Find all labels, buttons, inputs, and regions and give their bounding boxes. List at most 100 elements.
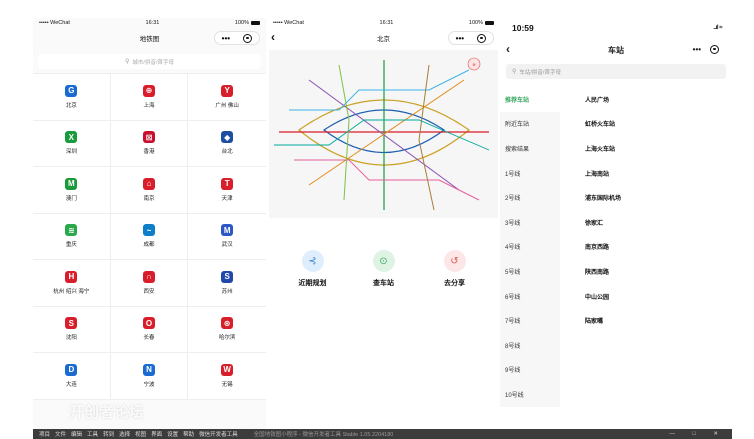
action-find-station-button[interactable]: ⊙ 查车站: [354, 250, 414, 288]
close-target-icon[interactable]: [710, 44, 720, 54]
city-search-input[interactable]: ⚲ 城市/拼音/首字母: [38, 54, 261, 69]
close-target-icon[interactable]: [243, 33, 253, 43]
metro-logo-icon: W: [221, 363, 234, 376]
city-cell[interactable]: X 深圳: [33, 120, 111, 167]
city-cell[interactable]: ⊕ 上海: [110, 74, 189, 121]
city-name: 西安: [143, 288, 155, 295]
back-chevron-icon[interactable]: ‹: [506, 42, 510, 56]
menu-item[interactable]: 微信开发者工具: [199, 432, 238, 438]
station-item[interactable]: 上海南站: [560, 161, 732, 186]
menu-item[interactable]: 视图: [135, 432, 146, 438]
city-name: 香港: [143, 149, 155, 156]
station-item[interactable]: 徐家汇: [560, 210, 732, 235]
line-tab[interactable]: 5号线: [500, 259, 560, 284]
city-cell[interactable]: ⊠ 香港: [110, 120, 189, 167]
line-tab[interactable]: 9号线: [500, 358, 560, 383]
mini-program-capsule[interactable]: •••: [214, 31, 260, 45]
station-item[interactable]: 中山公园: [560, 284, 732, 309]
city-cell[interactable]: S 沈阳: [33, 306, 111, 353]
city-cell[interactable]: T 天津: [188, 167, 266, 214]
city-cell[interactable]: H 杭州 绍兴 海宁: [33, 260, 111, 307]
metro-logo-icon: X: [65, 131, 78, 144]
city-cell[interactable]: Y 广州 佛山: [188, 74, 266, 121]
battery-icon: [251, 20, 260, 25]
city-cell[interactable]: D 大连: [33, 353, 111, 400]
line-tab[interactable]: 7号线: [500, 308, 560, 333]
line-tab[interactable]: 搜索结果: [500, 136, 560, 161]
city-name: 南京: [143, 195, 155, 202]
city-cell[interactable]: ∩ 西安: [110, 260, 189, 307]
metro-logo-icon: H: [65, 270, 78, 283]
city-cell[interactable]: ~ 成都: [110, 213, 189, 260]
carrier-label: ••••• WeChat: [273, 20, 304, 26]
station-item[interactable]: 南京西路: [560, 235, 732, 260]
city-cell[interactable]: ⊛ 哈尔滨: [188, 307, 266, 353]
metro-logo-icon: G: [65, 84, 78, 97]
menu-item[interactable]: 文件: [55, 432, 66, 438]
more-icon[interactable]: •••: [456, 34, 464, 43]
metro-map-image[interactable]: ≋: [269, 50, 498, 218]
station-item[interactable]: 人民广场: [560, 87, 732, 112]
city-cell[interactable]: ≋ 重庆: [33, 213, 111, 260]
more-icon[interactable]: •••: [693, 45, 701, 54]
battery-indicator: 100%: [235, 20, 260, 26]
city-cell[interactable]: N 宁波: [110, 353, 189, 400]
menu-item[interactable]: 选择: [119, 432, 130, 438]
city-cell[interactable]: ⌂ 南京: [110, 167, 189, 214]
station-item[interactable]: 陆家嘴: [560, 308, 732, 333]
station-item[interactable]: 陕西南路: [560, 259, 732, 284]
city-cell[interactable]: M 澳门: [33, 167, 111, 214]
menu-item[interactable]: 编辑: [71, 432, 82, 438]
line-tab[interactable]: 3号线: [500, 210, 560, 235]
line-tab[interactable]: 推荐车站: [500, 87, 560, 112]
line-tab[interactable]: 2号线: [500, 185, 560, 210]
metro-logo-icon: N: [142, 363, 155, 376]
menu-item[interactable]: 设置: [167, 432, 178, 438]
search-placeholder: 车站/拼音/首字母: [519, 69, 561, 76]
status-time: 10:59: [512, 23, 534, 33]
mini-program-capsule[interactable]: •••: [688, 42, 724, 56]
metro-logo-icon: S: [65, 317, 78, 330]
menu-item[interactable]: 转到: [103, 432, 114, 438]
city-cell[interactable]: O 长春: [110, 306, 189, 353]
more-icon[interactable]: •••: [222, 34, 230, 43]
line-tab[interactable]: 附近车站: [500, 112, 560, 137]
action-share-button[interactable]: ↺ 去分享: [425, 250, 485, 288]
city-name: 深圳: [65, 149, 77, 156]
search-placeholder: 城市/拼音/首字母: [132, 59, 174, 66]
menu-item[interactable]: 帮助: [183, 432, 194, 438]
city-cell[interactable]: W 无锡: [188, 353, 266, 400]
station-list: 人民广场 虹桥火车站 上海火车站 上海南站 浦东国际机场 徐家汇 南京西路 陕西南路 中山公园陆…: [560, 87, 732, 407]
metro-logo-icon: Y: [221, 84, 234, 97]
city-name: 澳门: [65, 195, 77, 202]
metro-logo-icon: ≋: [65, 224, 78, 237]
window-controls[interactable]: — □ ✕: [670, 431, 727, 437]
city-cell[interactable]: M 武汉: [188, 214, 266, 260]
city-name: 苏州: [221, 288, 233, 295]
station-item[interactable]: 虹桥火车站: [560, 112, 732, 137]
back-chevron-icon[interactable]: ‹: [271, 30, 275, 44]
mini-program-capsule[interactable]: •••: [448, 31, 494, 45]
close-target-icon[interactable]: [477, 33, 487, 43]
metro-logo-icon: S: [221, 270, 234, 283]
station-item[interactable]: 上海火车站: [560, 136, 732, 161]
line-tab[interactable]: 4号线: [500, 235, 560, 260]
line-tab[interactable]: 10号线: [500, 382, 560, 407]
city-cell[interactable]: S 苏州: [188, 260, 266, 307]
city-name: 重庆: [65, 242, 77, 249]
action-label: 查车站: [373, 280, 394, 287]
action-plan-button[interactable]: ⊰ 近期规划: [283, 250, 343, 288]
line-tab[interactable]: 6号线: [500, 284, 560, 309]
station-search-input[interactable]: ⚲ 车站/拼音/首字母: [506, 64, 726, 79]
line-tab[interactable]: 1号线: [500, 161, 560, 186]
station-item[interactable]: 浦东国际机场: [560, 185, 732, 210]
metro-logo-icon: O: [142, 317, 155, 330]
city-name: 天津: [221, 195, 233, 202]
menu-item[interactable]: 工具: [87, 432, 98, 438]
window-title: 全国地铁图小程序 - 微信开发者工具 Stable 1.05.2204180: [253, 432, 394, 438]
city-cell[interactable]: G 北京: [33, 74, 111, 121]
city-cell[interactable]: ◆ 台北: [188, 121, 266, 167]
line-tab[interactable]: 8号线: [500, 333, 560, 358]
menu-item[interactable]: 项目: [39, 432, 50, 438]
menu-item[interactable]: 界面: [151, 432, 162, 438]
